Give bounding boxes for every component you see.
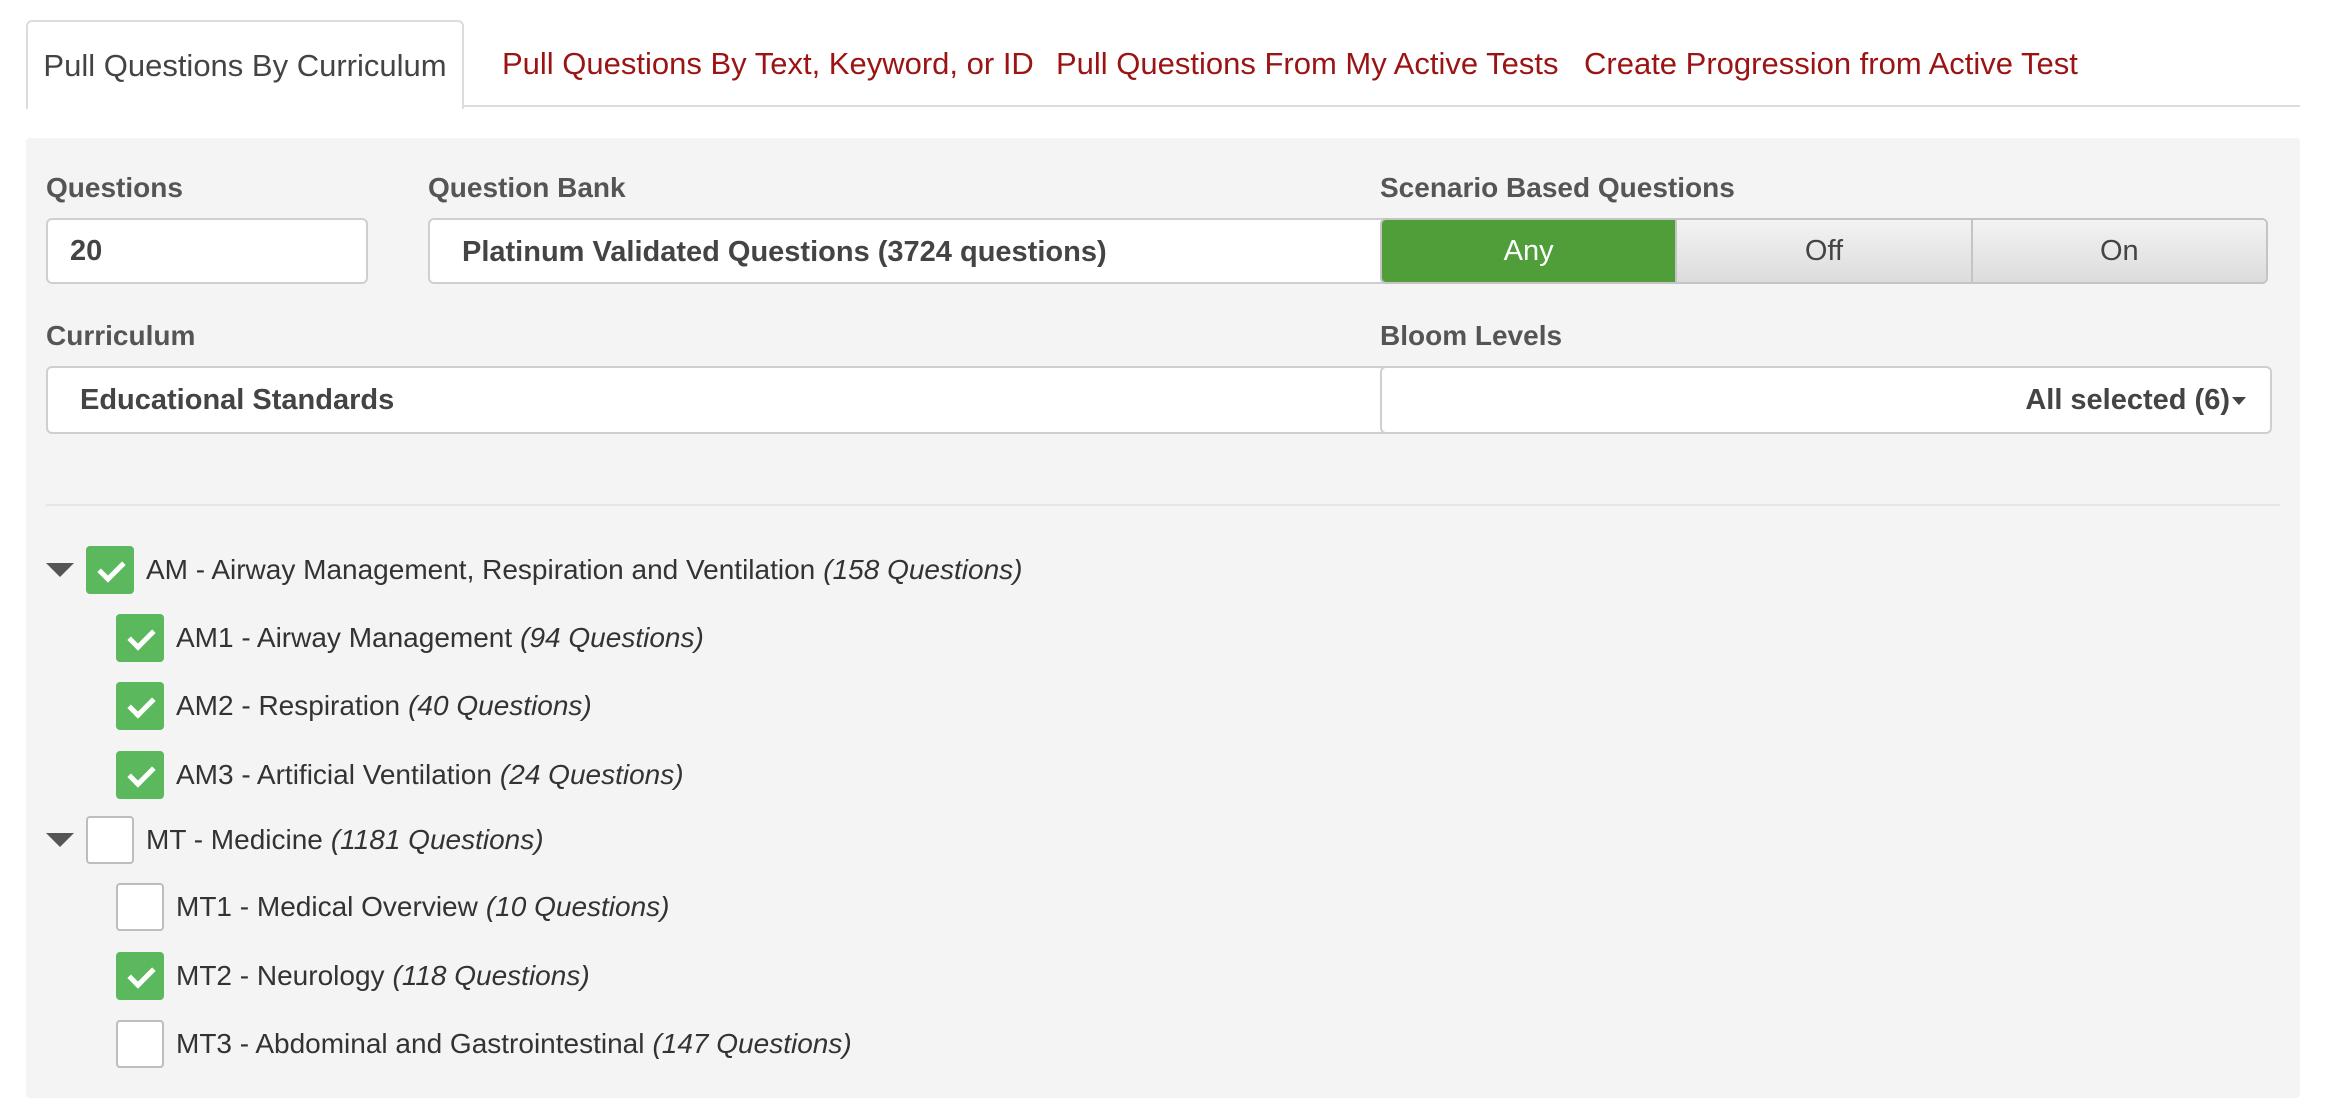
scenario-segmented-control: Any Off On — [1380, 218, 2268, 284]
tree-node-count: (1181 Questions) — [330, 824, 544, 855]
scenario-on-button[interactable]: On — [1970, 220, 2266, 282]
questions-input-wrapper — [46, 218, 368, 284]
tree-node: MT2 - Neurology (118 Questions) — [116, 952, 590, 1000]
tree-node-label: AM - Airway Management, Respiration and … — [146, 554, 816, 585]
tree-checkbox[interactable] — [116, 751, 164, 799]
caret-down-icon — [2232, 397, 2246, 405]
tree-node-count: (24 Questions) — [499, 759, 684, 790]
question-bank-label: Question Bank — [428, 172, 626, 203]
scenario-label: Scenario Based Questions — [1380, 172, 1735, 203]
tree-node-label: AM1 - Airway Management — [176, 622, 513, 653]
curriculum-label: Curriculum — [46, 320, 196, 351]
tree-checkbox[interactable] — [116, 614, 164, 662]
tree-node-label: MT1 - Medical Overview — [176, 891, 478, 922]
scenario-off-button[interactable]: Off — [1675, 220, 1971, 282]
bloom-levels-label: Bloom Levels — [1380, 320, 1563, 351]
tree-checkbox[interactable] — [116, 952, 164, 1000]
tree-node-count: (147 Questions) — [652, 1028, 852, 1059]
questions-input[interactable] — [48, 220, 366, 282]
expand-triangle-icon[interactable] — [46, 563, 74, 577]
tree-node-label: AM3 - Artificial Ventilation — [176, 759, 492, 790]
tree-checkbox[interactable] — [116, 682, 164, 730]
tree-node: MT - Medicine (1181 Questions) — [46, 816, 544, 864]
tree-node: MT3 - Abdominal and Gastrointestinal (14… — [116, 1020, 852, 1068]
questions-label: Questions — [46, 172, 183, 203]
tree-node: AM1 - Airway Management (94 Questions) — [116, 614, 704, 662]
tree-node: AM2 - Respiration (40 Questions) — [116, 682, 592, 730]
tree-node-label: AM2 - Respiration — [176, 690, 401, 721]
bloom-levels-value: All selected (6) — [2025, 384, 2230, 416]
tab-bar: Pull Questions By Curriculum Pull Questi… — [26, 20, 2300, 109]
tree-node-label: MT - Medicine — [146, 824, 323, 855]
divider — [46, 504, 2280, 506]
tree-checkbox[interactable] — [86, 816, 134, 864]
tree-checkbox[interactable] — [116, 883, 164, 931]
tree-node: MT1 - Medical Overview (10 Questions) — [116, 883, 669, 931]
curriculum-value: Educational Standards — [80, 384, 395, 416]
tab-create-progression[interactable]: Create Progression from Active Test — [1584, 20, 2078, 107]
tree-checkbox[interactable] — [116, 1020, 164, 1068]
tab-pull-by-text[interactable]: Pull Questions By Text, Keyword, or ID — [502, 20, 1034, 107]
tree-node: AM - Airway Management, Respiration and … — [46, 546, 1022, 594]
tree-node-count: (10 Questions) — [485, 891, 670, 922]
question-bank-value: Platinum Validated Questions (3724 quest… — [462, 236, 1107, 268]
tab-pull-from-active-tests[interactable]: Pull Questions From My Active Tests — [1056, 20, 1558, 107]
tree-node-count: (94 Questions) — [520, 622, 704, 653]
tree-node-count: (158 Questions) — [823, 554, 1023, 585]
tree-node-count: (40 Questions) — [408, 690, 592, 721]
tree-node-count: (118 Questions) — [392, 960, 590, 991]
bloom-levels-dropdown[interactable]: All selected (6) — [1380, 366, 2272, 434]
tree-node-label: MT2 - Neurology — [176, 960, 385, 991]
filter-panel: Questions Question Bank Platinum Validat… — [26, 138, 2300, 1098]
scenario-any-button[interactable]: Any — [1382, 220, 1676, 282]
tab-pull-by-curriculum[interactable]: Pull Questions By Curriculum — [26, 20, 464, 109]
expand-triangle-icon[interactable] — [46, 833, 74, 847]
tree-node: AM3 - Artificial Ventilation (24 Questio… — [116, 751, 684, 799]
tree-node-label: MT3 - Abdominal and Gastrointestinal — [176, 1028, 645, 1059]
tree-checkbox[interactable] — [86, 546, 134, 594]
